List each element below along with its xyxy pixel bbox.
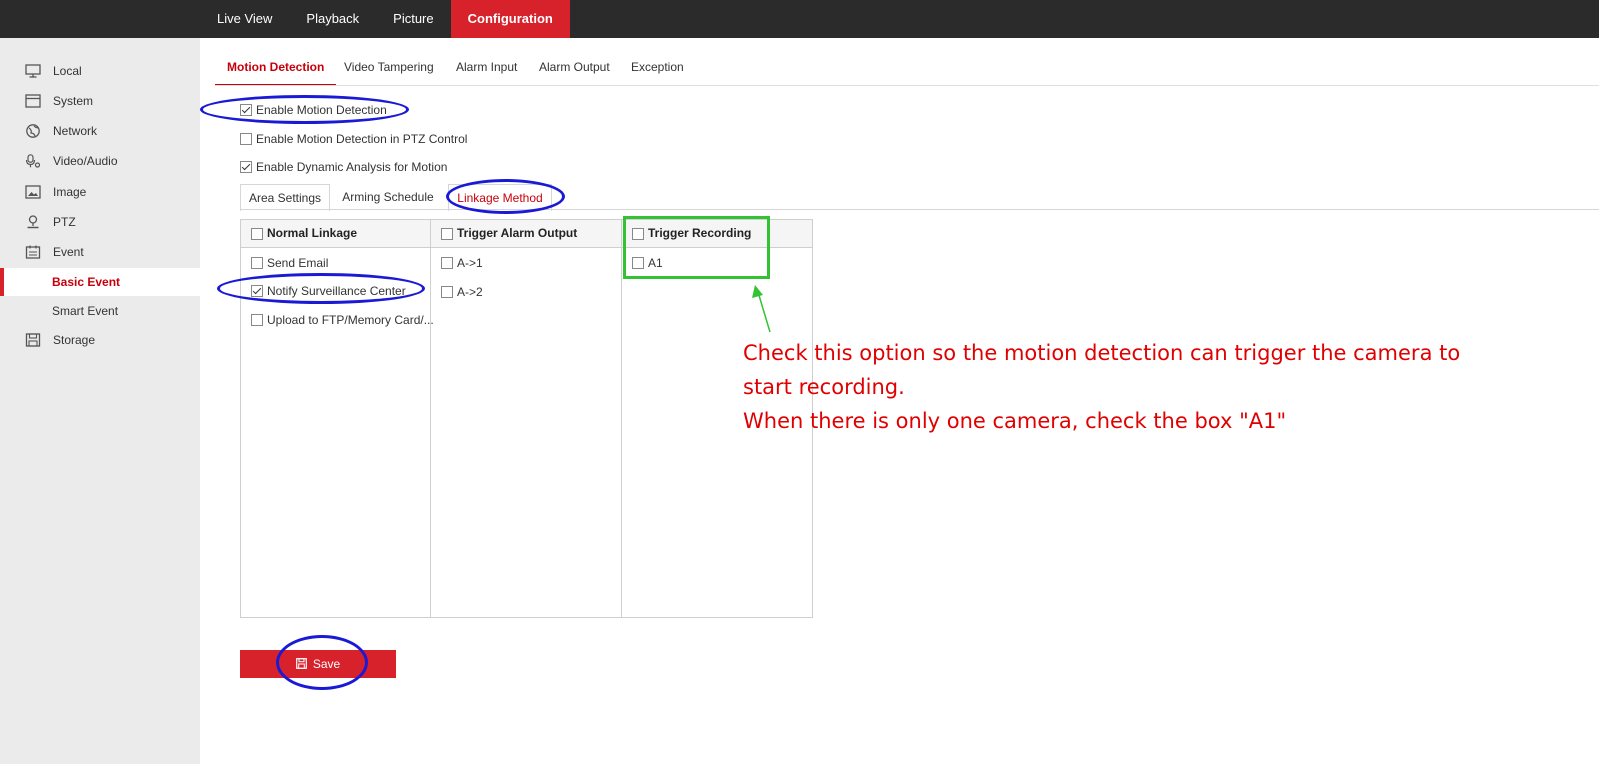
option-label: Enable Motion Detection in PTZ Control (256, 131, 468, 146)
nav-playback[interactable]: Playback (289, 0, 376, 38)
tab-alarm-input[interactable]: Alarm Input (456, 50, 517, 84)
enable-motion-detection-option: Enable Motion Detection (240, 100, 387, 118)
sidebar-item-local[interactable]: Local (0, 58, 200, 84)
sidebar-item-storage[interactable]: Storage (0, 327, 200, 353)
column-header-label: Normal Linkage (267, 226, 358, 241)
sidebar-item-basic-event[interactable]: Basic Event (0, 268, 200, 296)
list-item: A->2 (441, 282, 483, 300)
alarm-output-column: Trigger Alarm Output A->1 A->2 (431, 220, 622, 617)
nav-picture[interactable]: Picture (376, 0, 450, 38)
sidebar: Local System Network Video/Audio Image P… (0, 38, 200, 764)
list-item: Notify Surveillance Center (251, 281, 406, 299)
list-item-label: Notify Surveillance Center (267, 283, 406, 298)
list-item-label: Upload to FTP/Memory Card/... (267, 312, 434, 327)
tab-motion-detection[interactable]: Motion Detection (215, 50, 337, 86)
annotation-line: Check this option so the motion detectio… (743, 341, 1461, 365)
list-item-label: A->2 (457, 284, 483, 299)
calendar-icon (25, 245, 41, 259)
normal-linkage-column: Normal Linkage Send Email Notify Surveil… (241, 220, 434, 617)
nav-live-view[interactable]: Live View (200, 0, 289, 38)
save-button[interactable]: Save (240, 650, 396, 678)
sidebar-item-label: PTZ (53, 215, 76, 229)
sidebar-item-label: Video/Audio (53, 154, 118, 168)
active-indicator (0, 268, 4, 296)
dynamic-analysis-checkbox[interactable] (240, 160, 252, 173)
sidebar-item-label: System (53, 94, 94, 108)
divider (215, 85, 1599, 86)
trigger-recording-all-checkbox[interactable] (632, 227, 644, 240)
column-header: Trigger Recording (622, 220, 812, 248)
image-icon (25, 185, 41, 199)
tab-area-settings[interactable]: Area Settings (240, 184, 330, 211)
ptz-icon (27, 215, 39, 229)
list-item: Upload to FTP/Memory Card/... (251, 310, 434, 328)
list-item-label: A1 (648, 255, 663, 270)
column-header-label: Trigger Recording (648, 226, 752, 241)
sidebar-item-label: Event (53, 245, 84, 259)
save-button-label: Save (312, 657, 341, 671)
tab-video-tampering[interactable]: Video Tampering (344, 50, 434, 84)
sidebar-item-label: Smart Event (52, 304, 119, 318)
save-disk-icon (295, 658, 307, 670)
normal-linkage-all-checkbox[interactable] (251, 227, 263, 240)
arrow-annotation (752, 285, 771, 333)
monitor-icon (25, 64, 41, 78)
option-label: Enable Dynamic Analysis for Motion (256, 159, 448, 174)
list-item-label: Send Email (267, 255, 329, 270)
sidebar-item-system[interactable]: System (0, 88, 200, 114)
sidebar-item-event[interactable]: Event (0, 239, 200, 265)
sidebar-item-label: Image (53, 185, 87, 199)
send-email-checkbox[interactable] (251, 256, 263, 269)
sidebar-item-video-audio[interactable]: Video/Audio (0, 148, 200, 174)
enable-motion-detection-checkbox[interactable] (240, 103, 252, 116)
globe-icon (26, 124, 40, 138)
sidebar-item-image[interactable]: Image (0, 179, 200, 205)
list-item: A1 (632, 253, 663, 271)
nav-configuration[interactable]: Configuration (450, 0, 570, 38)
column-header: Normal Linkage (241, 220, 430, 248)
column-header: Trigger Alarm Output (431, 220, 621, 248)
save-disk-icon (25, 333, 41, 347)
annotation-line: When there is only one camera, check the… (743, 409, 1287, 433)
sidebar-item-label: Network (53, 124, 98, 138)
enable-ptz-motion-checkbox[interactable] (240, 132, 252, 145)
annotation-text: Check this option so the motion detectio… (743, 336, 1543, 438)
list-item: Send Email (251, 253, 328, 271)
upload-ftp-checkbox[interactable] (251, 313, 263, 326)
tab-linkage-method[interactable]: Linkage Method (448, 184, 552, 211)
top-nav: Live View Playback Picture Configuration (200, 0, 570, 38)
column-header-label: Trigger Alarm Output (457, 226, 578, 241)
sidebar-item-smart-event[interactable]: Smart Event (0, 297, 200, 325)
system-icon (25, 94, 41, 108)
annotation-line: start recording. (743, 375, 905, 399)
divider (240, 209, 1599, 210)
top-bar: Live View Playback Picture Configuration (0, 0, 1599, 38)
alarm-output-2-checkbox[interactable] (441, 285, 453, 298)
tab-exception[interactable]: Exception (631, 50, 684, 84)
recording-a1-checkbox[interactable] (632, 256, 644, 269)
alarm-output-1-checkbox[interactable] (441, 256, 453, 269)
linkage-table: Normal Linkage Send Email Notify Surveil… (240, 219, 813, 618)
list-item: A->1 (441, 253, 483, 271)
tab-arming-schedule[interactable]: Arming Schedule (334, 184, 442, 210)
notify-surveillance-center-checkbox[interactable] (251, 284, 263, 297)
alarm-output-all-checkbox[interactable] (441, 227, 453, 240)
sidebar-item-label: Storage (53, 333, 96, 347)
mic-icon (25, 154, 41, 168)
enable-ptz-motion-option: Enable Motion Detection in PTZ Control (240, 129, 467, 147)
option-label: Enable Motion Detection (256, 102, 387, 117)
sidebar-item-network[interactable]: Network (0, 118, 200, 144)
list-item-label: A->1 (457, 255, 483, 270)
sidebar-item-label: Basic Event (52, 275, 121, 289)
tab-alarm-output[interactable]: Alarm Output (539, 50, 610, 84)
sidebar-item-ptz[interactable]: PTZ (0, 209, 200, 235)
dynamic-analysis-option: Enable Dynamic Analysis for Motion (240, 157, 447, 175)
sidebar-item-label: Local (53, 64, 82, 78)
